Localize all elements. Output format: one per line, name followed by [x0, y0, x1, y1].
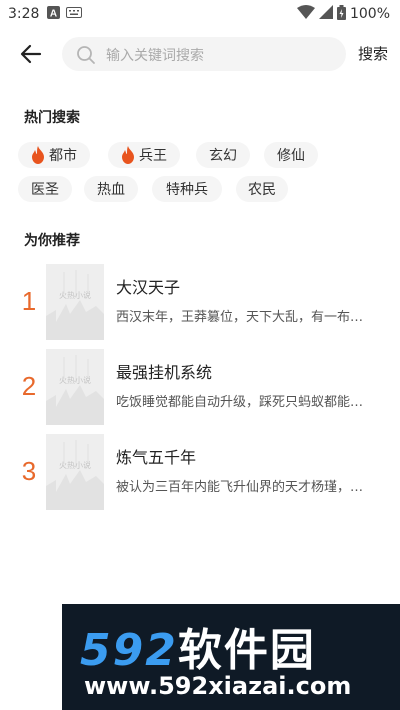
cover-text: 火热小说: [59, 290, 91, 300]
hot-tag-label: 特种兵: [166, 182, 208, 198]
signal-icon: [318, 5, 333, 23]
book-title: 炼气五千年: [116, 448, 197, 467]
hot-tag-label: 玄幻: [209, 148, 237, 164]
search-input[interactable]: 输入关键词搜索: [62, 37, 346, 71]
hot-tag-xiuxian[interactable]: 修仙: [264, 142, 318, 168]
cover-text: 火热小说: [59, 375, 91, 385]
book-title: 最强挂机系统: [116, 363, 213, 382]
watermark-brand: 592软件园: [80, 614, 316, 678]
hot-tag-nongmin[interactable]: 农民: [236, 176, 288, 202]
hot-tag-xuanhuan[interactable]: 玄幻: [196, 142, 250, 168]
recommend-item[interactable]: 3 火热小说 炼气五千年 被认为三百年内能飞升仙界的天才杨瑾，…: [0, 434, 400, 510]
hot-tag-dushi[interactable]: 都市: [18, 142, 90, 168]
search-button[interactable]: 搜索: [358, 43, 388, 64]
cover-text: 火热小说: [59, 460, 91, 470]
book-description: 吃饭睡觉都能自动升级，踩死只蚂蚁都能…: [116, 395, 364, 410]
hot-tag-label: 兵王: [139, 148, 167, 164]
hot-tag-label: 修仙: [277, 148, 305, 164]
book-cover: 火热小说: [46, 434, 104, 510]
book-cover: 火热小说: [46, 349, 104, 425]
recommend-item[interactable]: 2 火热小说 最强挂机系统 吃饭睡觉都能自动升级，踩死只蚂蚁都能…: [0, 349, 400, 425]
search-icon: [76, 45, 96, 65]
book-description: 被认为三百年内能飞升仙界的天才杨瑾，…: [116, 480, 364, 495]
book-cover: 火热小说: [46, 264, 104, 340]
book-title: 大汉天子: [116, 278, 181, 297]
hot-tag-label: 农民: [248, 182, 276, 198]
svg-text:A: A: [50, 8, 57, 19]
hot-tag-tezhongbing[interactable]: 特种兵: [152, 176, 222, 202]
hot-tag-label: 都市: [49, 148, 77, 164]
watermark-url: www.592xiazai.com: [84, 672, 352, 700]
hot-tag-label: 医圣: [31, 182, 59, 198]
rank-number: 2: [21, 371, 37, 401]
book-description: 西汉末年，王莽篡位，天下大乱，有一布…: [116, 310, 364, 325]
watermark-brand-number: 592: [80, 625, 178, 676]
keyboard-icon: [66, 6, 83, 22]
status-bar: 3:28 A 100%: [0, 0, 400, 28]
back-arrow-icon[interactable]: [18, 42, 44, 66]
recommend-item[interactable]: 1 火热小说 大汉天子 西汉末年，王莽篡位，天下大乱，有一布…: [0, 264, 400, 340]
recommend-title: 为你推荐: [24, 233, 80, 249]
status-time: 3:28: [8, 6, 40, 22]
battery-percent: 100%: [349, 6, 390, 22]
wifi-icon: [296, 5, 315, 23]
watermark-brand-text: 软件园: [177, 625, 316, 676]
search-placeholder: 输入关键词搜索: [106, 48, 204, 64]
hot-tag-rexue[interactable]: 热血: [84, 176, 138, 202]
notification-a-icon: A: [47, 5, 61, 23]
rank-number: 3: [21, 456, 37, 486]
fire-icon: [122, 146, 134, 164]
watermark-banner: 592软件园 www.592xiazai.com: [62, 604, 400, 710]
search-header: 输入关键词搜索 搜索: [0, 34, 400, 74]
rank-number: 1: [21, 286, 37, 316]
fire-icon: [32, 146, 44, 164]
hot-tag-yisheng[interactable]: 医圣: [18, 176, 72, 202]
battery-icon: [336, 4, 346, 24]
hot-search-title: 热门搜索: [24, 110, 80, 126]
hot-tag-bingwang[interactable]: 兵王: [108, 142, 180, 168]
hot-tag-label: 热血: [97, 182, 125, 198]
